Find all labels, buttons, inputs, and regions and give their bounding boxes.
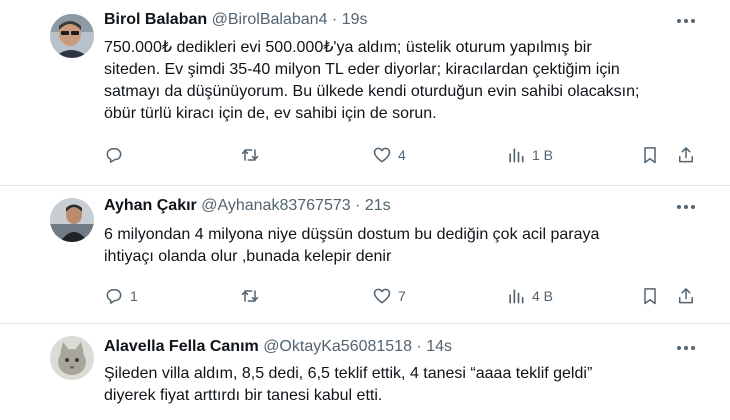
text-line: öbür türlü kiracı için de, ev sahibi içi…	[104, 105, 437, 122]
views-button[interactable]: 1 B	[506, 143, 553, 167]
avatar[interactable]	[50, 198, 94, 242]
timestamp[interactable]: 19s	[342, 11, 368, 28]
retweet-button[interactable]	[240, 143, 266, 167]
timestamp[interactable]: 14s	[426, 338, 452, 355]
handle[interactable]: @Ayhanak83767573	[201, 197, 350, 214]
tweet-header: Alavella Fella Canım @OktayKa56081518 · …	[104, 337, 452, 357]
more-horizontal-icon[interactable]	[674, 338, 698, 358]
more-horizontal-icon[interactable]	[674, 11, 698, 31]
views-icon	[506, 286, 526, 306]
bookmark-button[interactable]	[640, 143, 660, 167]
text-line: diyerek fiyat arttırdı bir tanesi kabul …	[104, 387, 383, 404]
heart-icon	[372, 286, 392, 306]
retweet-icon	[240, 286, 260, 306]
tweet-birol-balaban[interactable]: Birol Balaban @BirolBalaban4 · 19s 750.0…	[0, 0, 730, 185]
reply-icon	[104, 286, 124, 306]
text-line: 750.000₺ dedikleri evi 500.000₺'ya aldım…	[104, 39, 592, 56]
tweet-header: Birol Balaban @BirolBalaban4 · 19s	[104, 10, 368, 30]
display-name[interactable]: Birol Balaban	[104, 11, 207, 28]
reply-icon	[104, 145, 124, 165]
text-line: 6 milyondan 4 milyona niye düşsün dostum…	[104, 226, 600, 243]
bookmark-icon	[640, 286, 660, 306]
share-button[interactable]	[676, 284, 696, 308]
views-button[interactable]: 4 B	[506, 284, 553, 308]
tweet-alavella-fella-canim[interactable]: Alavella Fella Canım @OktayKa56081518 · …	[0, 324, 730, 420]
retweet-icon	[240, 145, 260, 165]
text-line: siteden. Ev şimdi 35-40 milyon TL eder d…	[104, 61, 620, 78]
bookmark-button[interactable]	[640, 284, 660, 308]
reply-button[interactable]: 1	[104, 284, 138, 308]
avatar[interactable]	[50, 336, 94, 380]
retweet-button[interactable]	[240, 284, 266, 308]
views-count: 4 B	[532, 288, 554, 304]
handle[interactable]: @OktayKa56081518	[263, 338, 412, 355]
action-bar: 1 7 4 B	[104, 284, 704, 308]
timestamp[interactable]: 21s	[365, 197, 391, 214]
display-name[interactable]: Ayhan Çakır	[104, 197, 197, 214]
separator-dot: ·	[416, 338, 422, 355]
display-name[interactable]: Alavella Fella Canım	[104, 338, 259, 355]
text-line: ihtiyaçı olanda olur ,bunada kelepir den…	[104, 248, 392, 265]
like-button[interactable]: 4	[372, 143, 406, 167]
separator-dot: ·	[331, 11, 338, 28]
tweet-text: Şileden villa aldım, 8,5 dedi, 6,5 tekli…	[104, 363, 694, 407]
text-line: satmayı da düşünüyorum. Bu ülkede kendi …	[104, 83, 640, 100]
text-line: Şileden villa aldım, 8,5 dedi, 6,5 tekli…	[104, 365, 593, 382]
tweet-text: 6 milyondan 4 milyona niye düşsün dostum…	[104, 224, 694, 268]
like-count: 4	[398, 147, 406, 163]
like-count: 7	[398, 288, 406, 304]
tweet-ayhan-cakir[interactable]: Ayhan Çakır @Ayhanak83767573 · 21s 6 mil…	[0, 186, 730, 323]
like-button[interactable]: 7	[372, 284, 406, 308]
avatar-image	[50, 198, 94, 242]
reply-button[interactable]	[104, 143, 130, 167]
reply-count: 1	[130, 288, 138, 304]
handle[interactable]: @BirolBalaban4	[212, 11, 328, 28]
action-bar: 4 1 B	[104, 143, 704, 167]
reply-feed: Birol Balaban @BirolBalaban4 · 19s 750.0…	[0, 0, 730, 420]
share-icon	[676, 145, 696, 165]
heart-icon	[372, 145, 392, 165]
avatar[interactable]	[50, 14, 94, 58]
views-icon	[506, 145, 526, 165]
share-button[interactable]	[676, 143, 696, 167]
tweet-header: Ayhan Çakır @Ayhanak83767573 · 21s	[104, 196, 391, 216]
avatar-image	[50, 336, 94, 380]
separator-dot: ·	[355, 197, 361, 214]
tweet-text: 750.000₺ dedikleri evi 500.000₺'ya aldım…	[104, 37, 694, 125]
share-icon	[676, 286, 696, 306]
avatar-image	[50, 14, 94, 58]
views-count: 1 B	[532, 147, 554, 163]
more-horizontal-icon[interactable]	[674, 197, 698, 217]
bookmark-icon	[640, 145, 660, 165]
